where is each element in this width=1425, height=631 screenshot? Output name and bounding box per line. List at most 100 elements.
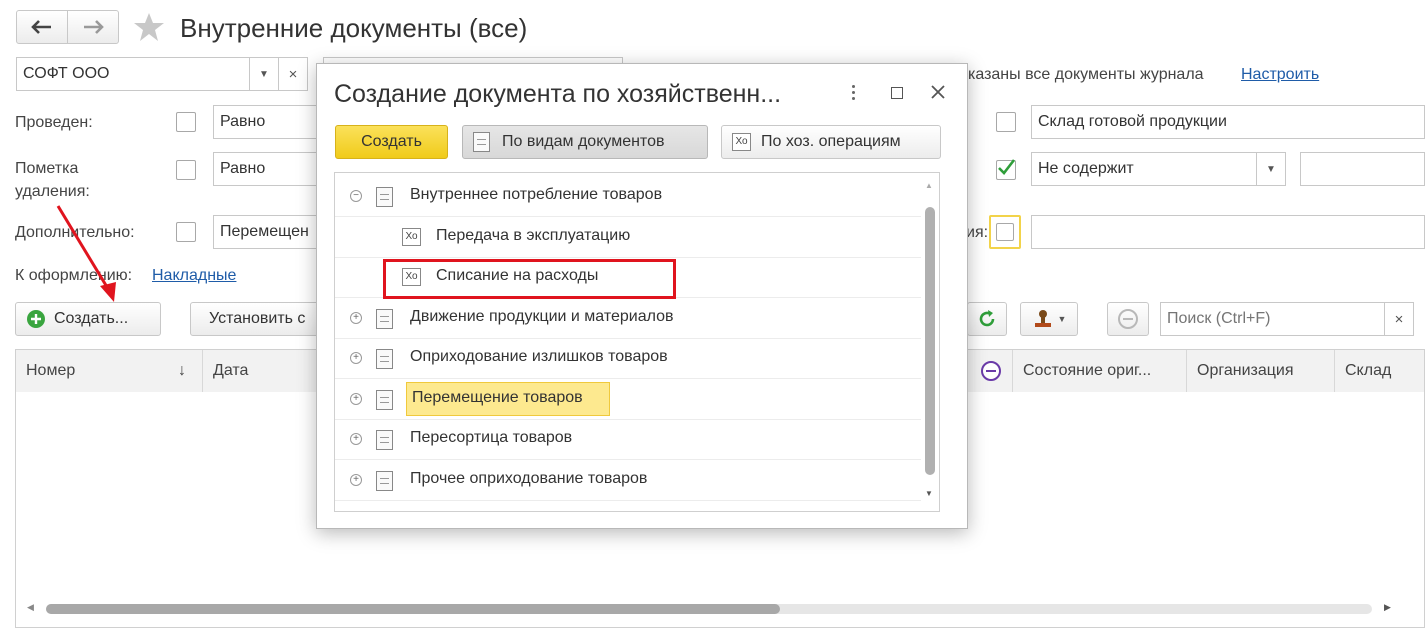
organization-field[interactable]: СОФТ ООО xyxy=(16,57,250,91)
sort-arrow-icon: ↓ xyxy=(178,362,186,379)
tree-row[interactable]: − Внутреннее потребление товаров xyxy=(335,177,921,217)
deletion-condition-field[interactable]: Равно xyxy=(213,152,323,186)
search-input[interactable] xyxy=(1160,302,1386,336)
arrow-right-icon xyxy=(84,20,104,34)
deletion-label-line2: удаления: xyxy=(15,183,90,200)
by-doc-types-button[interactable]: По видам документов xyxy=(462,125,708,159)
document-icon xyxy=(376,187,393,207)
deletion-checkbox[interactable] xyxy=(176,160,196,180)
right-checkbox[interactable] xyxy=(989,215,1021,249)
posted-label: Проведен: xyxy=(15,114,93,131)
column-number-label: Номер xyxy=(26,362,76,379)
document-type-tree: − Внутреннее потребление товаров Хо Пере… xyxy=(334,172,940,512)
scroll-down-arrow[interactable]: ▼ xyxy=(925,489,933,498)
dropdown-arrow-icon: ▼ xyxy=(1266,163,1276,175)
tree-item-label: Движение продукции и материалов xyxy=(410,308,674,325)
stamp-button[interactable]: ▼ xyxy=(1020,302,1078,336)
link-circle-icon xyxy=(980,361,1001,381)
contains-dropdown[interactable]: ▼ xyxy=(1256,152,1286,186)
column-original-state-label: Состояние ориг... xyxy=(1023,362,1152,379)
tree-item-label: Перемещение товаров xyxy=(412,389,583,406)
additional-field[interactable]: Перемещен xyxy=(213,215,323,249)
organization-dropdown[interactable]: ▼ xyxy=(249,57,279,91)
contains-value-field[interactable] xyxy=(1300,152,1425,186)
organization-clear-button[interactable]: × xyxy=(278,57,308,91)
column-date-label: Дата xyxy=(213,362,249,379)
document-icon xyxy=(376,309,393,329)
dropdown-arrow-icon: ▼ xyxy=(259,68,269,80)
refresh-button[interactable] xyxy=(967,302,1007,336)
page-title: Внутренние документы (все) xyxy=(180,13,528,43)
tree-row[interactable]: + Оприходование излишков товаров xyxy=(335,339,921,379)
dialog-create-button[interactable]: Создать xyxy=(335,125,448,159)
document-icon xyxy=(473,132,490,152)
expand-icon[interactable]: + xyxy=(350,352,362,364)
create-document-dialog: Создание документа по хозяйственн... Соз… xyxy=(316,63,968,529)
arrow-left-icon xyxy=(31,20,51,34)
posted-condition-field[interactable]: Равно xyxy=(213,105,323,139)
by-operations-label: По хоз. операциям xyxy=(761,133,901,150)
tree-item-label: Прочее оприходование товаров xyxy=(410,470,648,487)
link-circle-icon xyxy=(1118,309,1138,329)
contains-condition-field[interactable]: Не содержит xyxy=(1031,152,1257,186)
scroll-right-arrow[interactable]: ▶ xyxy=(1384,602,1391,613)
favorite-star-icon[interactable] xyxy=(133,12,165,42)
right-label-fragment: ия: xyxy=(966,224,989,241)
additional-checkbox[interactable] xyxy=(176,222,196,242)
journal-note: казаны все документы журнала xyxy=(968,66,1204,83)
expand-icon[interactable]: + xyxy=(350,312,362,324)
plus-circle-icon xyxy=(27,310,45,328)
vertical-scrollbar-thumb[interactable] xyxy=(925,207,935,475)
dialog-create-label: Создать xyxy=(361,133,422,150)
tree-row[interactable]: + Пересортица товаров xyxy=(335,420,921,460)
column-original-state[interactable]: Состояние ориг... xyxy=(1013,350,1187,392)
stamp-icon xyxy=(1034,310,1051,327)
refresh-icon xyxy=(979,310,995,327)
annotation-highlight-box xyxy=(383,259,676,299)
collapse-icon[interactable]: − xyxy=(350,190,362,202)
expand-icon[interactable]: + xyxy=(350,393,362,405)
right-field[interactable] xyxy=(1031,215,1425,249)
more-menu-icon[interactable] xyxy=(847,82,859,104)
by-doc-types-label: По видам документов xyxy=(502,133,665,150)
column-ref-icon[interactable] xyxy=(969,350,1013,392)
create-button[interactable]: Создать... xyxy=(15,302,161,336)
configure-link[interactable]: Настроить xyxy=(1241,66,1319,84)
column-organization-label: Организация xyxy=(1197,362,1294,379)
checkmark-icon xyxy=(998,159,1016,175)
invoices-link[interactable]: Накладные xyxy=(152,267,236,285)
warehouse-checkbox[interactable] xyxy=(996,112,1016,132)
document-icon xyxy=(376,349,393,369)
search-clear-button[interactable]: × xyxy=(1384,302,1414,336)
contains-checkbox[interactable] xyxy=(996,159,1016,180)
close-icon[interactable] xyxy=(930,84,946,100)
by-operations-button[interactable]: Хо По хоз. операциям xyxy=(721,125,941,159)
horizontal-scrollbar-thumb[interactable] xyxy=(46,604,780,614)
tree-item-label: Внутреннее потребление товаров xyxy=(410,186,663,203)
nav-forward-button[interactable] xyxy=(67,10,119,44)
ref-button[interactable] xyxy=(1107,302,1149,336)
expand-icon[interactable]: + xyxy=(350,433,362,445)
maximize-icon[interactable] xyxy=(891,87,903,99)
column-warehouse[interactable]: Склад xyxy=(1335,350,1425,392)
scroll-left-arrow[interactable]: ◀ xyxy=(27,602,34,613)
column-organization[interactable]: Организация xyxy=(1187,350,1335,392)
tree-row[interactable]: + Движение продукции и материалов xyxy=(335,299,921,339)
expand-icon[interactable]: + xyxy=(350,474,362,486)
scroll-up-arrow[interactable]: ▲ xyxy=(925,181,933,190)
column-number[interactable]: Номер ↓ xyxy=(16,350,203,392)
nav-back-button[interactable] xyxy=(16,10,68,44)
document-icon xyxy=(376,471,393,491)
dropdown-arrow-icon: ▼ xyxy=(1057,314,1067,324)
tree-row[interactable]: + Прочее оприходование товаров xyxy=(335,461,921,501)
column-warehouse-label: Склад xyxy=(1345,362,1392,379)
posted-checkbox[interactable] xyxy=(176,112,196,132)
deletion-label-line1: Пометка xyxy=(15,160,79,177)
column-date[interactable]: Дата xyxy=(203,350,323,392)
tree-row-selected[interactable]: + Перемещение товаров xyxy=(335,380,921,420)
warehouse-field[interactable]: Склад готовой продукции xyxy=(1031,105,1425,139)
tree-row[interactable]: Хо Передача в эксплуатацию xyxy=(335,218,921,258)
annotation-arrow xyxy=(56,205,116,302)
tree-item-label: Оприходование излишков товаров xyxy=(410,348,668,365)
create-button-label: Создать... xyxy=(54,310,129,327)
